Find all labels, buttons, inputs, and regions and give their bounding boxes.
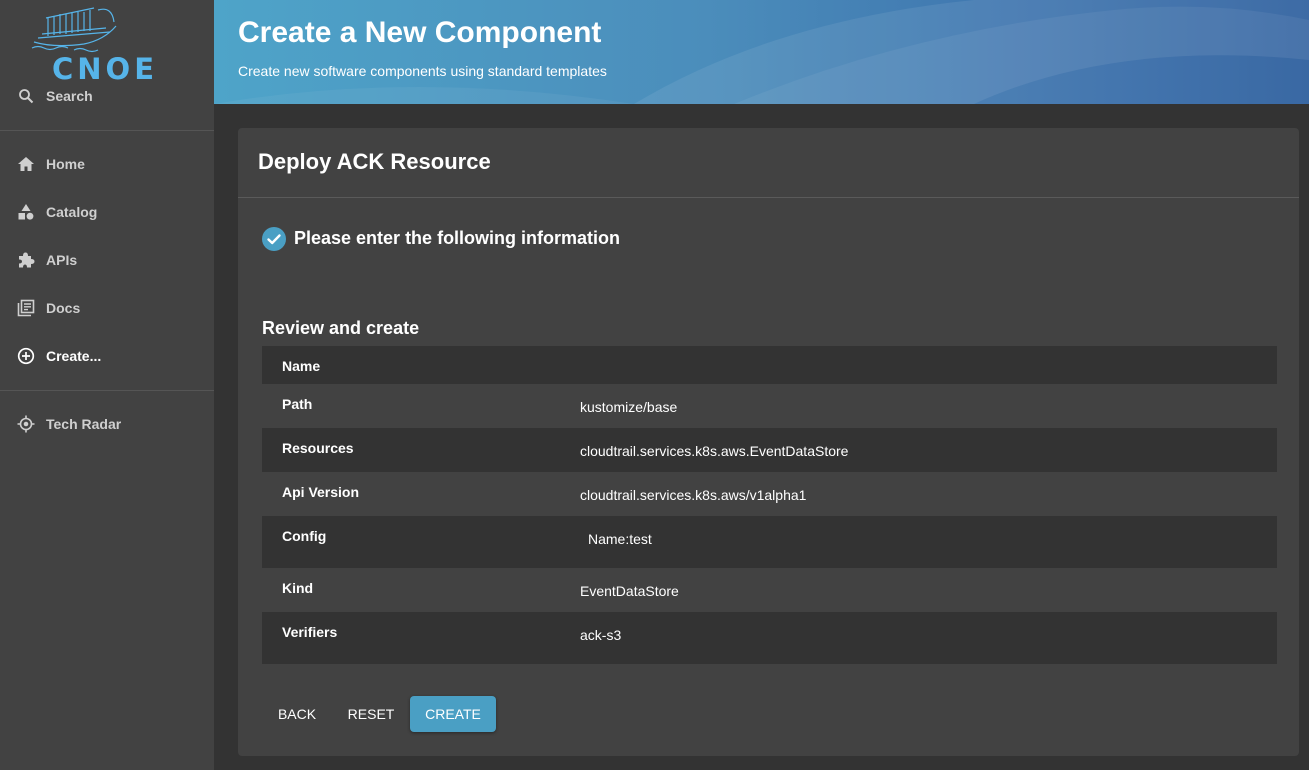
table-row: Path kustomize/base <box>262 384 1277 428</box>
sidebar-item-label: APIs <box>46 252 78 268</box>
sidebar-item-label: Search <box>46 88 93 104</box>
card-divider <box>238 197 1299 198</box>
table-row: Kind EventDataStore <box>262 568 1277 612</box>
add-circle-icon <box>17 347 35 365</box>
radar-icon <box>17 415 35 433</box>
sidebar-item-label: Tech Radar <box>46 416 122 432</box>
row-value: EventDataStore <box>580 583 679 599</box>
card-title: Deploy ACK Resource <box>258 149 491 174</box>
row-key: Name <box>282 358 321 374</box>
catalog-icon <box>17 203 35 221</box>
sidebar-item-create[interactable]: Create... <box>0 336 214 376</box>
docs-icon <box>17 299 35 317</box>
table-row: Api Version cloudtrail.services.k8s.aws/… <box>262 472 1277 516</box>
template-card: Deploy ACK Resource Please enter the fol… <box>238 128 1299 756</box>
row-value: kustomize/base <box>580 399 678 415</box>
row-key: Verifiers <box>282 624 338 640</box>
create-button[interactable]: CREATE <box>410 696 496 732</box>
row-key: Kind <box>282 580 314 596</box>
sidebar-item-docs[interactable]: Docs <box>0 288 214 328</box>
row-key: Config <box>282 528 327 544</box>
sidebar-item-label: Docs <box>46 300 81 316</box>
page-subtitle: Create new software components using sta… <box>238 63 607 79</box>
sidebar-item-tech-radar[interactable]: Tech Radar <box>0 404 214 444</box>
step-label[interactable]: Please enter the following information <box>294 228 620 249</box>
puzzle-icon <box>17 251 35 269</box>
table-row: Verifiers ack-s3 <box>262 612 1277 664</box>
search-icon <box>17 87 35 105</box>
home-icon <box>17 155 35 173</box>
row-value: cloudtrail.services.k8s.aws/v1alpha1 <box>580 487 807 503</box>
cnoe-logo[interactable]: CNOE <box>24 4 154 84</box>
sidebar-item-label: Catalog <box>46 204 98 220</box>
sidebar-item-apis[interactable]: APIs <box>0 240 214 280</box>
review-title: Review and create <box>262 318 420 338</box>
sidebar-item-label: Create... <box>46 348 102 364</box>
row-key: Api Version <box>282 484 360 500</box>
page-header: Create a New Component Create new softwa… <box>214 0 1309 104</box>
row-key: Path <box>282 396 313 412</box>
row-value: ack-s3 <box>580 627 622 643</box>
sidebar-item-catalog[interactable]: Catalog <box>0 192 214 232</box>
row-key: Resources <box>282 440 354 456</box>
row-value: cloudtrail.services.k8s.aws.EventDataSto… <box>580 443 849 459</box>
sidebar-divider <box>0 130 214 131</box>
page-title: Create a New Component <box>238 16 602 49</box>
sidebar-item-label: Home <box>46 156 85 172</box>
sidebar-item-home[interactable]: Home <box>0 144 214 184</box>
table-row: Name <box>262 346 1277 384</box>
reset-button[interactable]: RESET <box>338 696 404 732</box>
review-table: Name Path kustomize/base Resources cloud… <box>262 346 1277 664</box>
table-row: Config Name:test <box>262 516 1277 568</box>
check-circle-icon <box>262 227 286 251</box>
ship-icon <box>31 7 117 53</box>
row-value: Name:test <box>588 531 652 547</box>
sidebar-item-search[interactable]: Search <box>0 76 214 116</box>
table-row: Resources cloudtrail.services.k8s.aws.Ev… <box>262 428 1277 472</box>
back-button[interactable]: BACK <box>266 696 328 732</box>
sidebar: CNOE Search Home Catalog APIs Docs Creat… <box>0 0 214 770</box>
sidebar-divider <box>0 390 214 391</box>
